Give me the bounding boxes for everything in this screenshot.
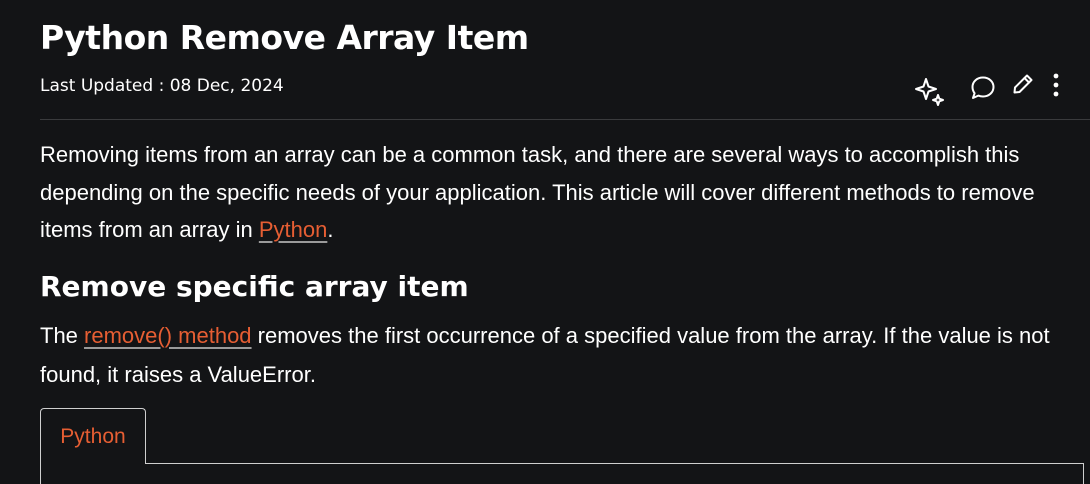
python-link[interactable]: Python [259, 217, 328, 242]
intro-text: Removing items from an array can be a co… [40, 142, 1035, 242]
more-options-icon[interactable] [1050, 72, 1062, 105]
intro-end: . [327, 217, 334, 242]
header-divider [40, 119, 1090, 120]
intro-paragraph: Removing items from an array can be a co… [40, 136, 1070, 249]
comment-icon[interactable] [969, 74, 997, 107]
code-tab-python[interactable]: Python [40, 408, 146, 464]
code-block [40, 463, 1084, 484]
tab-cover [41, 462, 145, 465]
last-updated-date: Last Updated : 08 Dec, 2024 [40, 76, 284, 96]
section-paragraph: The remove() method removes the first oc… [40, 316, 1070, 394]
article-title: Python Remove Array Item [40, 18, 529, 57]
edit-icon[interactable] [1011, 72, 1035, 101]
article-actions [912, 70, 1072, 110]
ai-sparkle-icon[interactable] [914, 76, 946, 113]
remove-method-link[interactable]: remove() method [84, 323, 252, 348]
section-text-start: The [40, 323, 85, 348]
section-heading: Remove specific array item [40, 270, 469, 303]
